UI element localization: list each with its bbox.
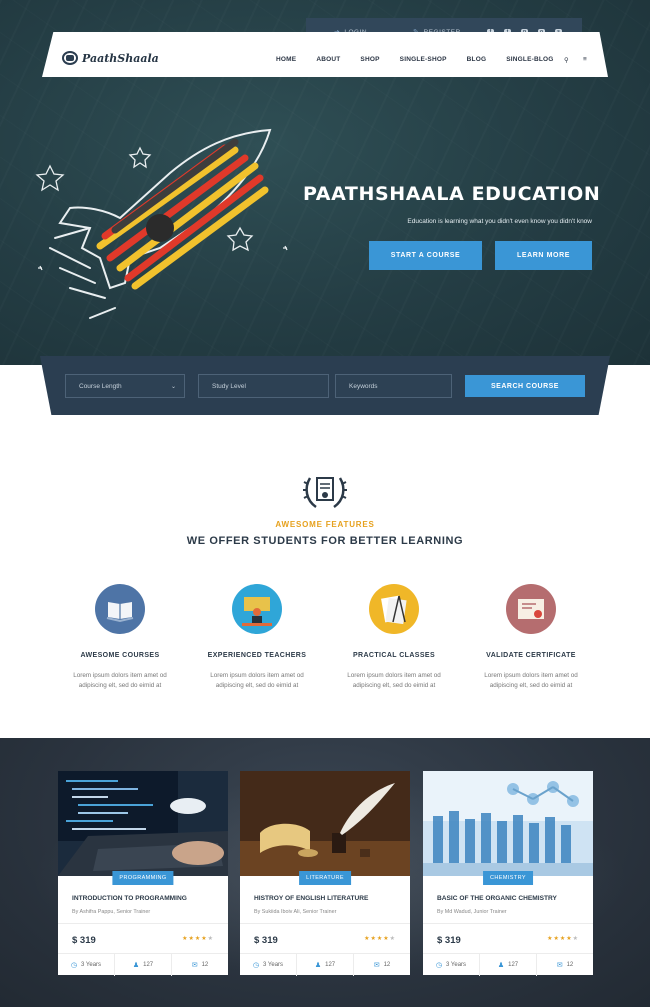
- course-category-badge[interactable]: PROGRAMMING: [112, 871, 174, 885]
- rocket-pencils-illustration: [35, 128, 288, 319]
- search-course-button[interactable]: SEARCH COURSE: [465, 375, 585, 397]
- feature-experienced-teachers: EXPERIENCED TEACHERS Lorem ipsum dolors …: [187, 584, 327, 691]
- main-nav: HOME ABOUT SHOP SINGLE-SHOP BLOG SINGLE-…: [276, 56, 587, 64]
- search-icon[interactable]: ⚲: [564, 56, 569, 64]
- hero-title: PAATHSHAALA EDUCATION: [303, 183, 601, 205]
- site-logo[interactable]: PaathShaala: [62, 51, 159, 65]
- course-trainer: By Ashifra Pappu, Senior Trainer: [72, 909, 151, 915]
- learn-more-button[interactable]: LEARN MORE: [495, 241, 592, 270]
- nav-item-single-blog[interactable]: SINGLE-BLOG: [506, 56, 553, 63]
- study-level-select[interactable]: Study Level: [198, 374, 329, 398]
- course-trainer: By Md Wadud, Junior Trainer: [437, 909, 507, 915]
- course-image-literature: [240, 771, 410, 876]
- course-card-chemistry[interactable]: CHEMISTRY BASIC OF THE ORGANIC CHEMISTRY…: [423, 771, 593, 976]
- course-title[interactable]: INTRODUCTION TO PROGRAMMING: [72, 895, 187, 902]
- course-title[interactable]: BASIC OF THE ORGANIC CHEMISTRY: [437, 895, 557, 902]
- course-meta: ◷ 3 Years ♟ 127 ✉ 12: [58, 953, 228, 976]
- clock-icon: ◷: [435, 961, 443, 969]
- drafting-icon: [369, 584, 419, 634]
- course-price: $ 319: [437, 935, 461, 946]
- course-rating: ★★★★★: [364, 936, 396, 942]
- course-meta: ◷ 3 Years ♟ 127 ✉ 12: [240, 953, 410, 976]
- features-title: WE OFFER STUDENTS FOR BETTER LEARNING: [186, 535, 464, 547]
- course-length-select[interactable]: Course Length ⌄: [65, 374, 185, 398]
- user-icon: ♟: [314, 961, 322, 969]
- course-category-badge[interactable]: LITERATURE: [299, 871, 351, 885]
- chevron-down-icon: ⌄: [170, 383, 176, 390]
- nav-item-about[interactable]: ABOUT: [316, 56, 340, 63]
- comment-icon: ✉: [191, 961, 198, 969]
- course-card-programming[interactable]: PROGRAMMING INTRODUCTION TO PROGRAMMING …: [58, 771, 228, 976]
- comment-icon: ✉: [556, 961, 563, 969]
- hero-subtitle: Education is learning what you didn't ev…: [407, 218, 592, 225]
- nav-item-home[interactable]: HOME: [276, 56, 296, 63]
- nav-item-single-shop[interactable]: SINGLE-SHOP: [400, 56, 447, 63]
- teacher-icon: [232, 584, 282, 634]
- feature-awesome-courses: AWESOME COURSES Lorem ipsum dolors item …: [50, 584, 190, 691]
- course-card-literature[interactable]: LITERATURE HISTROY OF ENGLISH LITERATURE…: [240, 771, 410, 976]
- keywords-input[interactable]: Keywords: [335, 374, 452, 398]
- clock-icon: ◷: [70, 961, 78, 969]
- clock-icon: ◷: [252, 961, 260, 969]
- course-price: $ 319: [254, 935, 278, 946]
- book-icon: [95, 584, 145, 634]
- feature-practical-classes: PRACTICAL CLASSES Lorem ipsum dolors ite…: [324, 584, 464, 691]
- course-trainer: By Sukiida Iboiv Ali, Senior Trainer: [254, 909, 337, 915]
- logo-emblem-icon: [62, 51, 78, 65]
- course-image-programming: [58, 771, 228, 876]
- start-course-button[interactable]: START A COURSE: [369, 241, 482, 270]
- course-title[interactable]: HISTROY OF ENGLISH LITERATURE: [254, 895, 368, 902]
- user-icon: ♟: [132, 961, 140, 969]
- certificate-emblem-icon: [303, 477, 347, 509]
- menu-icon[interactable]: ≡: [583, 56, 587, 63]
- feature-validate-certificate: VALIDATE CERTIFICATE Lorem ipsum dolors …: [461, 584, 601, 691]
- features-kicker: AWESOME FEATURES: [275, 520, 375, 529]
- certificate-icon: [506, 584, 556, 634]
- course-rating: ★★★★★: [182, 936, 214, 942]
- course-price: $ 319: [72, 935, 96, 946]
- course-meta: ◷ 3 Years ♟ 127 ✉ 12: [423, 953, 593, 976]
- nav-item-shop[interactable]: SHOP: [360, 56, 379, 63]
- course-rating: ★★★★★: [547, 936, 579, 942]
- course-image-chemistry: [423, 771, 593, 876]
- comment-icon: ✉: [373, 961, 380, 969]
- nav-item-blog[interactable]: BLOG: [467, 56, 487, 63]
- user-icon: ♟: [497, 961, 505, 969]
- course-category-badge[interactable]: CHEMISTRY: [483, 871, 533, 885]
- brand-name: PaathShaala: [82, 51, 159, 65]
